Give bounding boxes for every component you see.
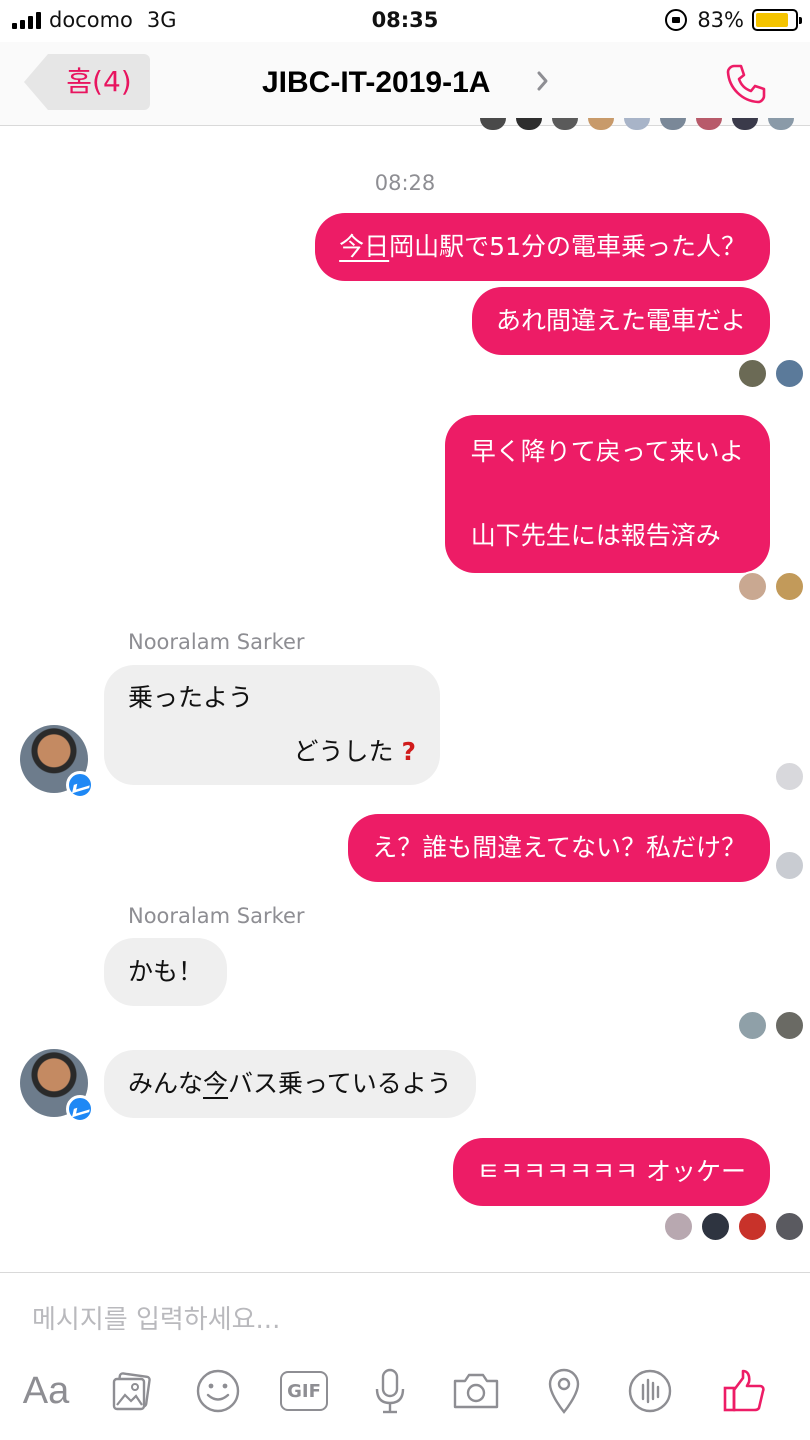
text-format-icon[interactable]: Aa	[16, 1363, 76, 1419]
read-receipts	[737, 358, 805, 389]
outgoing-message[interactable]: あれ間違えた電車だよ	[471, 287, 770, 355]
status-bar: docomo 3G 08:35 83%	[0, 0, 810, 42]
like-icon[interactable]	[716, 1363, 772, 1419]
conversation-title[interactable]: JIBC-IT-2019-1A	[262, 66, 490, 100]
incoming-message[interactable]: かも！	[104, 938, 228, 1006]
status-right: 83%	[665, 8, 802, 32]
messenger-badge-icon	[66, 771, 94, 799]
seen-avatar	[663, 1211, 694, 1242]
seen-avatar	[774, 1211, 805, 1242]
message-text: え？誰も間違えてない？私だけ？	[372, 833, 746, 862]
voice-bars-icon[interactable]	[622, 1363, 678, 1419]
battery-icon	[752, 9, 802, 31]
message-text: あれ間違えた電車だよ	[495, 306, 746, 335]
read-receipts	[663, 1211, 805, 1242]
seen-avatar	[737, 358, 768, 389]
sender-avatar[interactable]	[20, 725, 94, 799]
messenger-badge-icon	[66, 1095, 94, 1123]
outgoing-message[interactable]: え？誰も間違えてない？私だけ？	[348, 814, 770, 882]
outgoing-message[interactable]: 今日岡山駅で51分の電車乗った人？	[315, 213, 770, 281]
seen-avatar	[774, 358, 805, 389]
seen-avatar	[737, 1211, 768, 1242]
message-text: 岡山駅で51分の電車乗った人？	[389, 232, 746, 261]
composer-toolbar: Aa GIF	[0, 1363, 810, 1423]
sender-name: Nooralam Sarker	[128, 630, 305, 654]
seen-avatar	[774, 1010, 805, 1041]
message-input[interactable]: 메시지를 입력하세요...	[32, 1299, 280, 1336]
read-receipts	[774, 850, 805, 881]
question-mark-emoji-icon: ?	[401, 737, 416, 766]
back-button[interactable]: 홈(4)	[24, 54, 150, 110]
seen-avatar	[774, 850, 805, 881]
message-timestamp: 08:28	[374, 171, 436, 195]
seen-avatar	[774, 571, 805, 602]
gif-label: GIF	[287, 1380, 321, 1402]
message-composer: 메시지를 입력하세요... Aa GIF	[0, 1272, 810, 1440]
back-arrow-shape	[24, 54, 48, 110]
message-text: バス乗っているよう	[228, 1069, 452, 1098]
sender-avatar[interactable]	[20, 1049, 94, 1123]
message-text: ㅌㅋㅋㅋㅋㅋㅋ オッケー	[477, 1157, 746, 1186]
back-button-label: 홈(4)	[48, 54, 150, 110]
outgoing-message[interactable]: 早く降りて戻って来いよ 山下先生には報告済み	[444, 415, 770, 573]
read-receipts	[774, 761, 805, 792]
incoming-message[interactable]: みんな今バス乗っているよう	[104, 1050, 476, 1118]
message-line: どうした	[293, 737, 394, 766]
chevron-right-icon[interactable]	[536, 70, 550, 92]
message-text: かも！	[128, 957, 204, 986]
message-line: 乗ったよう	[128, 683, 254, 712]
phone-icon[interactable]	[722, 60, 770, 108]
message-text-underlined: 今	[203, 1069, 229, 1098]
seen-avatar	[737, 1010, 768, 1041]
outgoing-message[interactable]: ㅌㅋㅋㅋㅋㅋㅋ オッケー	[453, 1138, 770, 1206]
incoming-message[interactable]: 乗ったよう どうした ?	[104, 665, 440, 785]
location-icon[interactable]	[536, 1363, 592, 1419]
default-avatar-icon	[774, 761, 805, 792]
message-list[interactable]: 08:28 今日岡山駅で51分の電車乗った人？ あれ間違えた電車だよ 早く降りて…	[0, 127, 810, 1272]
battery-percent: 83%	[697, 8, 744, 32]
read-receipts	[737, 571, 805, 602]
microphone-icon[interactable]	[362, 1363, 418, 1419]
message-line: 早く降りて戻って来いよ	[470, 437, 744, 466]
message-text: みんな	[128, 1069, 204, 1098]
gif-icon[interactable]: GIF	[276, 1363, 332, 1419]
gallery-icon[interactable]	[104, 1363, 160, 1419]
read-receipts	[737, 1010, 805, 1041]
aa-label: Aa	[22, 1369, 70, 1412]
sender-name: Nooralam Sarker	[128, 904, 305, 928]
seen-avatar	[737, 571, 768, 602]
message-line: 山下先生には報告済み	[470, 521, 721, 550]
conversation-header: 홈(4) JIBC-IT-2019-1A	[0, 42, 810, 126]
emoji-icon[interactable]	[190, 1363, 246, 1419]
camera-icon[interactable]	[448, 1363, 504, 1419]
rotation-lock-icon	[665, 9, 688, 31]
seen-avatar	[700, 1211, 731, 1242]
message-text-underlined: 今日	[339, 232, 390, 261]
